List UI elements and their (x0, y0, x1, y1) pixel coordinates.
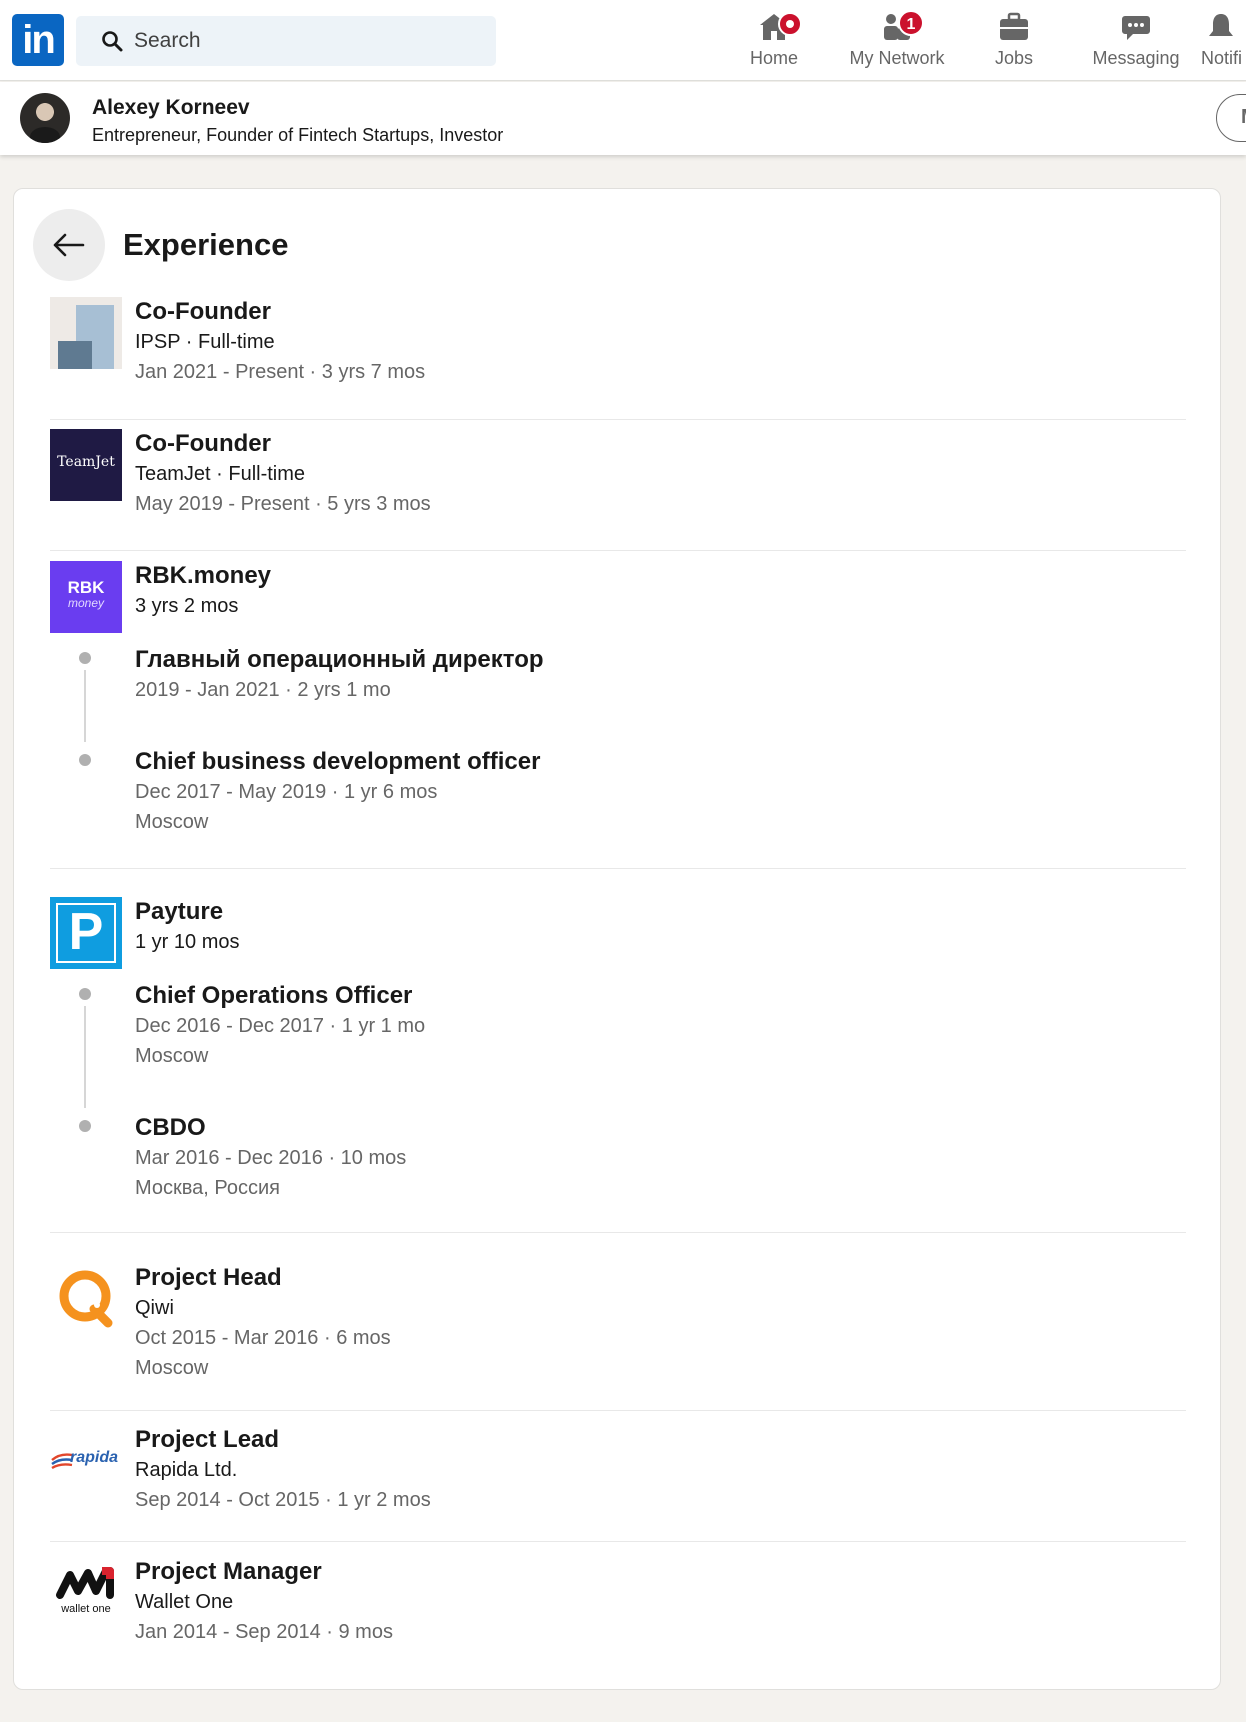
qiwi-q-icon (59, 1270, 113, 1328)
walletone-logo-text: wallet one (61, 1603, 111, 1615)
role-item: CBDO Mar 2016 - Dec 2016 · 10 mos Москва… (135, 1113, 406, 1203)
rbk-logo-subtext: money (67, 596, 105, 610)
job-title[interactable]: Co-Founder (135, 429, 431, 459)
section-title: Experience (123, 227, 289, 262)
back-button[interactable] (33, 209, 105, 281)
nav-jobs-label: Jobs (994, 48, 1034, 68)
bell-icon (1209, 14, 1233, 36)
avatar[interactable] (20, 93, 70, 143)
search-input[interactable] (134, 16, 484, 66)
timeline-dot (79, 652, 91, 664)
nav-notifications-label: Notifi (1201, 48, 1243, 68)
role-dates: Dec 2016 - Dec 2017 · 1 yr 1 mo (135, 1015, 426, 1037)
job-title[interactable]: Co-Founder (135, 297, 425, 327)
teamjet-logo[interactable]: TeamJet (50, 429, 122, 501)
role-location: Moscow (135, 811, 209, 833)
payture-logo-text: P (68, 903, 104, 961)
company-name: Rapida Ltd. (135, 1459, 238, 1481)
experience-item: Project Head Qiwi Oct 2015 - Mar 2016 · … (50, 1263, 1186, 1411)
timeline-line (84, 670, 86, 742)
job-dates: May 2019 - Present · 5 yrs 3 mos (135, 493, 431, 515)
timeline-line (84, 1006, 86, 1108)
experience-group: RBK money RBK.money 3 yrs 2 mos Главный … (50, 561, 1186, 869)
nav-home-label: Home (749, 48, 798, 68)
walletone-w-icon (56, 1567, 114, 1599)
qiwi-logo[interactable] (50, 1263, 122, 1335)
teamjet-logo-text: TeamJet (57, 454, 115, 470)
role-title[interactable]: CBDO (135, 1113, 406, 1143)
experience-item: rapida Project Lead Rapida Ltd. Sep 2014… (50, 1425, 1186, 1542)
role-item: Главный операционный директор 2019 - Jan… (135, 645, 544, 705)
role-location: Moscow (135, 1045, 209, 1067)
role-dates: Mar 2016 - Dec 2016 · 10 mos (135, 1147, 407, 1169)
home-notification-dot (778, 12, 802, 36)
linkedin-logo-icon[interactable]: in (12, 14, 64, 66)
payture-logo[interactable]: P (50, 897, 122, 969)
job-dates: Jan 2014 - Sep 2014 · 9 mos (135, 1621, 393, 1643)
job-dates: Oct 2015 - Mar 2016 · 6 mos (135, 1327, 391, 1349)
ipsp-logo[interactable] (50, 297, 122, 369)
nav-messaging[interactable]: Messaging (1086, 8, 1186, 74)
rbk-logo-text: RBK (67, 578, 105, 597)
experience-item: Co-Founder IPSP · Full-time Jan 2021 - P… (50, 297, 1186, 420)
profile-name: Alexey Korneev (92, 96, 250, 119)
role-location: Москва, Россия (135, 1177, 280, 1199)
job-title[interactable]: Project Head (135, 1263, 391, 1293)
arrow-left-icon (53, 233, 85, 257)
job-dates: Jan 2021 - Present · 3 yrs 7 mos (135, 361, 426, 383)
timeline-dot (79, 988, 91, 1000)
profile-sticky-bar: Alexey Korneev Entrepreneur, Founder of … (0, 82, 1246, 155)
global-nav: in Home 1 My Network Jobs (0, 0, 1246, 81)
experience-group: P Payture 1 yr 10 mos Chief Operations O… (50, 897, 1186, 1233)
profile-headline: Entrepreneur, Founder of Fintech Startup… (92, 125, 504, 145)
nav-home[interactable]: Home (734, 8, 814, 74)
timeline-dot (79, 1120, 91, 1132)
company-name[interactable]: Payture (135, 897, 239, 927)
company-name: Wallet One (135, 1591, 234, 1613)
rapida-logo[interactable]: rapida (50, 1425, 122, 1497)
messaging-icon (1122, 16, 1150, 40)
nav-messaging-label: Messaging (1092, 48, 1180, 68)
job-dates: Sep 2014 - Oct 2015 · 1 yr 2 mos (135, 1489, 431, 1511)
rbk-logo[interactable]: RBK money (50, 561, 122, 633)
company-name[interactable]: RBK.money (135, 561, 271, 591)
search-icon (102, 31, 123, 52)
role-item: Chief business development officer Dec 2… (135, 747, 540, 837)
walletone-logo[interactable]: wallet one (50, 1557, 122, 1629)
network-badge: 1 (898, 10, 924, 36)
role-dates: 2019 - Jan 2021 · 2 yrs 1 mo (135, 679, 391, 701)
message-button[interactable]: M (1216, 94, 1246, 142)
company-duration: 3 yrs 2 mos (135, 595, 239, 617)
job-location: Moscow (135, 1357, 209, 1379)
search-box[interactable] (76, 16, 496, 66)
job-title[interactable]: Project Manager (135, 1557, 393, 1587)
nav-my-network-label: My Network (849, 48, 945, 68)
company-employment: IPSP · Full-time (135, 331, 275, 353)
nav-notifications[interactable]: Notifi (1196, 8, 1246, 74)
role-item: Chief Operations Officer Dec 2016 - Dec … (135, 981, 425, 1071)
experience-item: wallet one Project Manager Wallet One Ja… (50, 1557, 1186, 1667)
experience-card: Experience Co-Founder IPSP · Full-time J… (13, 188, 1221, 1690)
company-employment: TeamJet · Full-time (135, 463, 306, 485)
briefcase-icon (1000, 12, 1028, 40)
role-title[interactable]: Главный операционный директор (135, 645, 544, 675)
company-name: Qiwi (135, 1297, 174, 1319)
timeline-dot (79, 754, 91, 766)
job-title[interactable]: Project Lead (135, 1425, 431, 1455)
nav-jobs[interactable]: Jobs (974, 8, 1054, 74)
role-title[interactable]: Chief Operations Officer (135, 981, 425, 1011)
role-dates: Dec 2017 - May 2019 · 1 yr 6 mos (135, 781, 438, 803)
nav-my-network[interactable]: 1 My Network (838, 8, 956, 74)
company-duration: 1 yr 10 mos (135, 931, 240, 953)
rapida-logo-text: rapida (70, 1449, 119, 1466)
experience-item: TeamJet Co-Founder TeamJet · Full-time M… (50, 429, 1186, 551)
role-title[interactable]: Chief business development officer (135, 747, 540, 777)
